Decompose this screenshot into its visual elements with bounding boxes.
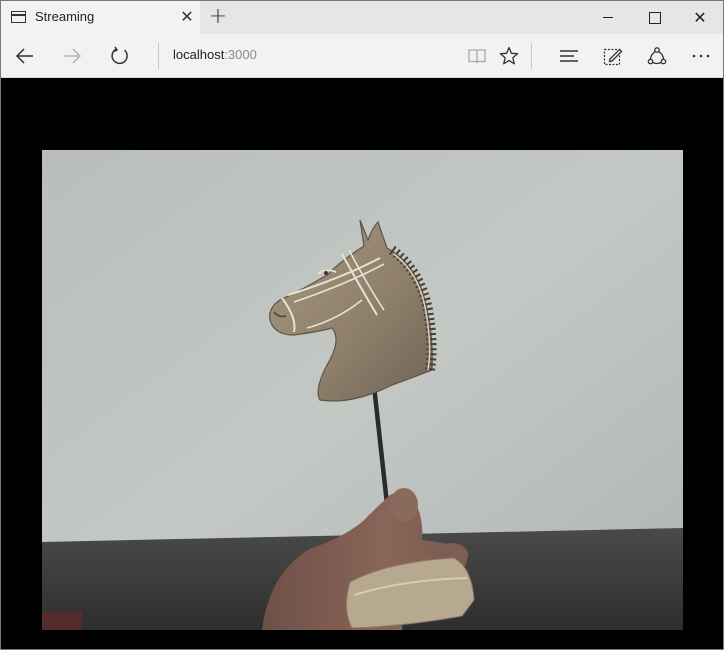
refresh-button[interactable]: [102, 38, 138, 74]
tab-close-button[interactable]: ✕: [177, 7, 197, 27]
ellipsis-icon: [692, 54, 710, 58]
share-button[interactable]: [639, 38, 675, 74]
back-arrow-icon: [15, 48, 33, 64]
page-icon: [11, 11, 26, 23]
more-button[interactable]: [683, 38, 719, 74]
tab-streaming[interactable]: Streaming ✕: [1, 1, 200, 34]
reading-view-button[interactable]: [459, 38, 495, 74]
favorite-button[interactable]: [491, 38, 527, 74]
star-icon: [499, 46, 519, 65]
tab-title: Streaming: [35, 9, 95, 24]
page-content: [1, 78, 723, 649]
hub-button[interactable]: [551, 38, 587, 74]
title-bar: Streaming ✕ + ✕: [1, 1, 723, 34]
refresh-icon: [111, 46, 128, 65]
minimize-button[interactable]: [585, 1, 631, 34]
window-close-button[interactable]: ✕: [677, 1, 723, 34]
share-icon: [647, 47, 667, 65]
video-stream[interactable]: [42, 150, 683, 630]
pen-note-icon: [603, 48, 623, 66]
video-frame: [42, 150, 683, 630]
maximize-button[interactable]: [631, 1, 677, 34]
hub-lines-icon: [560, 50, 578, 62]
new-tab-button[interactable]: +: [206, 5, 230, 29]
forward-button[interactable]: [54, 38, 90, 74]
book-icon: [468, 49, 486, 64]
forward-arrow-icon: [64, 48, 82, 64]
separator: [531, 43, 532, 69]
back-button[interactable]: [7, 38, 43, 74]
address-bar[interactable]: localhost:3000: [173, 47, 257, 62]
address-port: :3000: [224, 47, 257, 62]
navigation-bar: localhost:3000: [1, 34, 723, 78]
web-note-button[interactable]: [595, 38, 631, 74]
browser-window: Streaming ✕ + ✕ localhost:3000: [0, 0, 724, 650]
separator: [158, 43, 159, 69]
address-host: localhost: [173, 47, 225, 62]
